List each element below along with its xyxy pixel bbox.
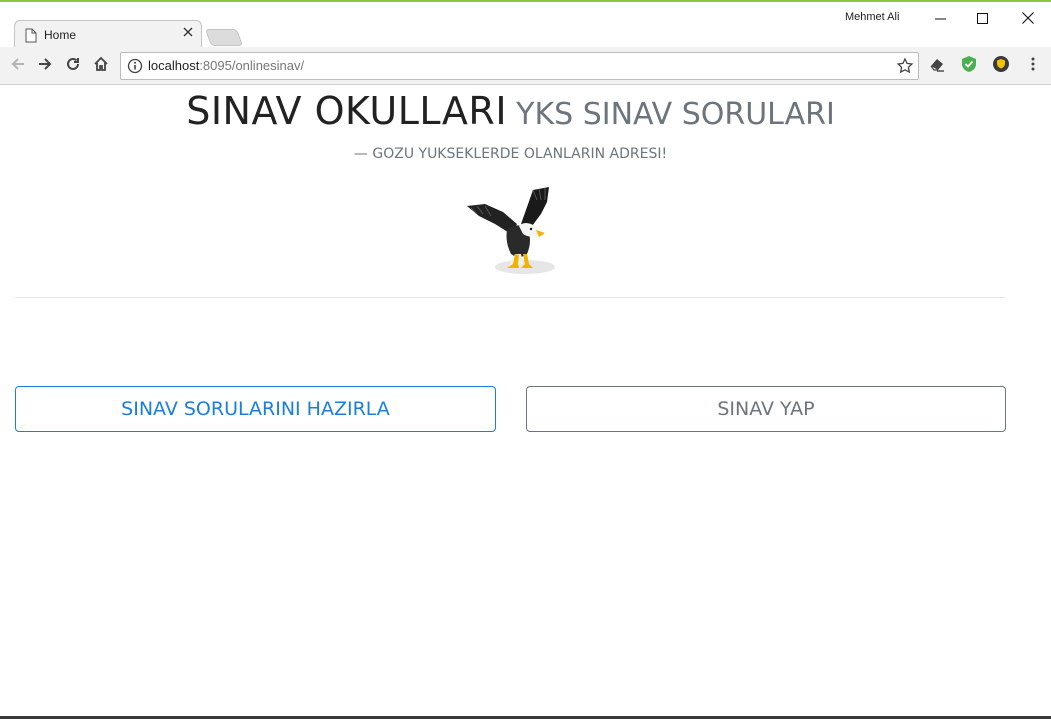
close-window-icon [1022,9,1034,28]
minimize-button[interactable] [920,6,960,30]
url-text: localhost:8095/onlinesinav/ [148,58,304,73]
reload-icon [65,56,81,76]
reload-button[interactable] [62,55,84,77]
minimize-icon [934,9,946,28]
shield-icon [960,55,978,77]
prepare-questions-button[interactable]: SINAV SORULARINI HAZIRLA [15,386,496,432]
eraser-icon [928,55,946,77]
page-icon [25,28,37,43]
take-exam-button[interactable]: SINAV YAP [526,386,1006,432]
extension-icon [992,55,1010,77]
maximize-icon [976,9,988,28]
menu-icon [1030,56,1036,76]
close-icon[interactable] [181,26,195,40]
header-divider [15,297,1005,298]
browser-titlebar: Home Mehmet Ali [0,2,1051,51]
back-button[interactable] [7,55,29,77]
eagle-image [463,184,559,278]
forward-icon [37,56,53,76]
star-icon[interactable] [896,57,914,75]
profile-name[interactable]: Mehmet Ali [845,11,899,23]
forward-button[interactable] [34,55,56,77]
maximize-button[interactable] [962,6,1002,30]
close-window-button[interactable] [1008,6,1048,30]
page-content: SINAV OKULLARI YKS SINAV SORULARI — GOZU… [0,85,1051,719]
page-title: SINAV OKULLARI [186,89,508,133]
info-icon[interactable] [127,58,143,74]
url-path: :8095/onlinesinav/ [199,58,305,73]
home-button[interactable] [90,55,112,77]
home-icon [93,56,109,76]
url-host: localhost [148,58,200,73]
tab-title: Home [44,28,77,42]
new-tab-button[interactable] [204,29,244,46]
back-icon [10,56,26,76]
eraser-extension[interactable] [927,56,947,76]
shield-extension[interactable] [959,56,979,76]
vpn-extension[interactable] [991,56,1011,76]
page-subtitle: YKS SINAV SORULARI [516,97,835,132]
browser-menu-button[interactable] [1023,56,1043,76]
browser-toolbar: localhost:8095/onlinesinav/ [0,47,1051,85]
tagline: — GOZU YUKSEKLERDE OLANLARIN ADRESI! [353,146,668,162]
page-heading: SINAV OKULLARI YKS SINAV SORULARI [0,89,1021,133]
address-bar[interactable]: localhost:8095/onlinesinav/ [120,52,919,80]
